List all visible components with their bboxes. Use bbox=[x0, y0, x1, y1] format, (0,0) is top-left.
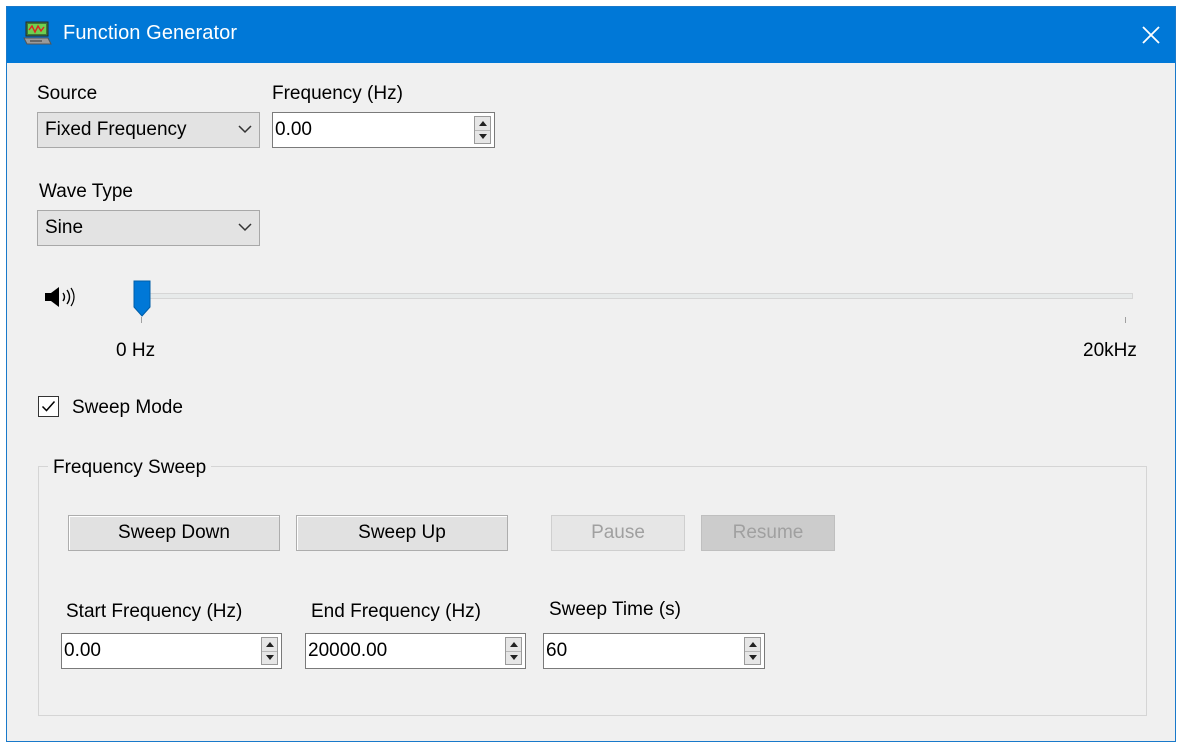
function-generator-window: Function Generator Source Fixed Frequenc… bbox=[6, 6, 1176, 742]
frequency-sweep-title: Frequency Sweep bbox=[48, 457, 212, 479]
sweep-down-button[interactable]: Sweep Down bbox=[68, 515, 280, 551]
wave-type-label: Wave Type bbox=[39, 181, 133, 202]
slider-min-tick bbox=[141, 317, 142, 323]
sweep-time-stepper bbox=[543, 633, 765, 669]
spin-up-icon bbox=[748, 642, 757, 647]
sweep-mode-label: Sweep Mode bbox=[72, 397, 183, 418]
end-frequency-input[interactable] bbox=[308, 636, 488, 666]
spin-down-icon bbox=[748, 655, 757, 660]
sweep-mode-checkbox[interactable] bbox=[38, 396, 59, 417]
end-frequency-increment-button[interactable] bbox=[506, 638, 521, 652]
chevron-down-icon bbox=[238, 223, 252, 232]
frequency-slider-thumb[interactable] bbox=[131, 280, 153, 318]
spin-down-icon bbox=[265, 655, 274, 660]
end-frequency-decrement-button[interactable] bbox=[506, 651, 521, 664]
close-icon bbox=[1142, 26, 1160, 44]
resume-button[interactable]: Resume bbox=[701, 515, 835, 551]
frequency-slider-track[interactable] bbox=[137, 293, 1133, 299]
start-frequency-spinner bbox=[261, 637, 278, 665]
start-frequency-stepper bbox=[61, 633, 282, 669]
slider-min-label: 0 Hz bbox=[116, 340, 156, 361]
slider-max-label: 20kHz bbox=[1083, 340, 1137, 361]
source-label: Source bbox=[37, 83, 98, 104]
end-frequency-stepper bbox=[305, 633, 526, 669]
wave-type-dropdown[interactable]: Sine bbox=[37, 210, 260, 246]
source-dropdown[interactable]: Fixed Frequency bbox=[37, 112, 260, 148]
end-frequency-spinner bbox=[505, 637, 522, 665]
function-generator-app-icon bbox=[23, 21, 52, 45]
spin-up-icon bbox=[509, 642, 518, 647]
close-button[interactable] bbox=[1127, 7, 1175, 63]
source-selected-value: Fixed Frequency bbox=[45, 119, 187, 140]
frequency-stepper bbox=[272, 112, 495, 148]
title-bar: Function Generator bbox=[7, 7, 1175, 63]
start-frequency-input[interactable] bbox=[64, 636, 244, 666]
frequency-label: Frequency (Hz) bbox=[272, 83, 403, 104]
frequency-increment-button[interactable] bbox=[475, 117, 490, 131]
start-frequency-label: Start Frequency (Hz) bbox=[66, 601, 243, 622]
sweep-time-spinner bbox=[744, 637, 761, 665]
frequency-input[interactable] bbox=[275, 115, 455, 145]
spin-up-icon bbox=[265, 642, 274, 647]
speaker-icon bbox=[45, 287, 75, 307]
sweep-time-increment-button[interactable] bbox=[745, 638, 760, 652]
start-frequency-increment-button[interactable] bbox=[262, 638, 277, 652]
frequency-spinner bbox=[474, 116, 491, 144]
spin-up-icon bbox=[478, 121, 487, 126]
pause-button[interactable]: Pause bbox=[551, 515, 685, 551]
frequency-sweep-group bbox=[38, 466, 1147, 716]
wave-type-selected-value: Sine bbox=[45, 217, 84, 238]
sweep-up-button[interactable]: Sweep Up bbox=[296, 515, 508, 551]
checkmark-icon bbox=[41, 401, 56, 412]
spin-down-icon bbox=[509, 655, 518, 660]
start-frequency-decrement-button[interactable] bbox=[262, 651, 277, 664]
end-frequency-label: End Frequency (Hz) bbox=[311, 601, 482, 622]
chevron-down-icon bbox=[238, 125, 252, 134]
spin-down-icon bbox=[478, 134, 487, 139]
slider-max-tick bbox=[1125, 317, 1126, 323]
sweep-time-label: Sweep Time (s) bbox=[549, 599, 681, 620]
frequency-decrement-button[interactable] bbox=[475, 130, 490, 143]
sweep-time-input[interactable] bbox=[546, 636, 726, 666]
sweep-time-decrement-button[interactable] bbox=[745, 651, 760, 664]
window-title: Function Generator bbox=[63, 22, 238, 44]
